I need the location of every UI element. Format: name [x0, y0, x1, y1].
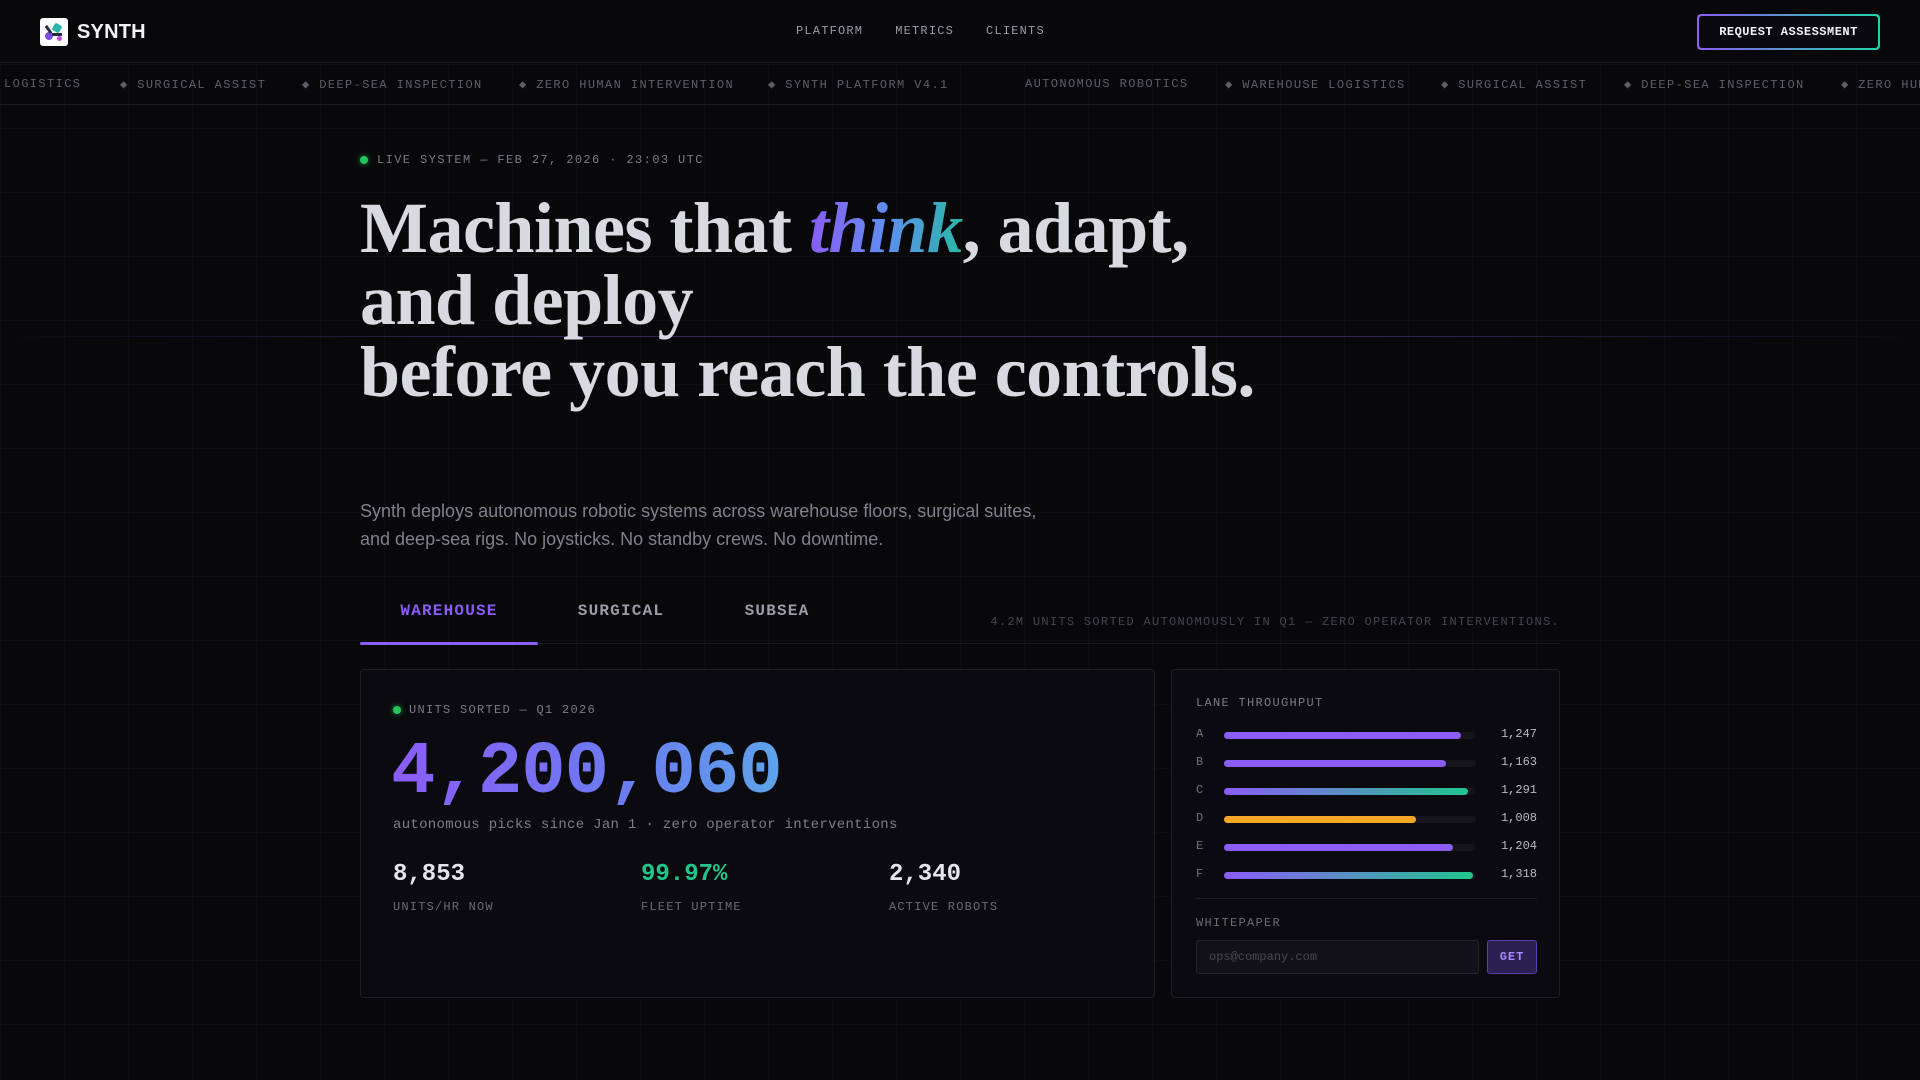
tab-summary-note: 4.2M UNITS SORTED AUTONOMOUSLY IN Q1 — Z… — [990, 615, 1560, 629]
units-sorted-label: UNITS SORTED — Q1 2026 — [393, 703, 596, 717]
whitepaper-email-input[interactable] — [1196, 940, 1479, 974]
ticker-bar: LOGISTICS ◆ SURGICAL ASSIST ◆ DEEP-SEA I… — [0, 64, 1920, 105]
lane-row: C 1,291 — [1196, 783, 1537, 799]
main-nav: PLATFORM METRICS CLIENTS — [796, 24, 1045, 38]
ticker-item: ◆ ZERO HUMAN INTERVENTION — [519, 78, 735, 92]
lane-value: 1,318 — [1500, 867, 1537, 881]
stat-units-per-hour: 8,853 UNITS/HR NOW — [393, 860, 494, 914]
units-sorted-label-text: UNITS SORTED — Q1 2026 — [409, 703, 597, 717]
ticker-item: ◆ SYNTH PLATFORM V4.1 — [768, 78, 949, 92]
units-sorted-value: 4,200,060 — [391, 728, 783, 818]
lane-throughput-title: LANE THROUGHPUT — [1196, 696, 1324, 710]
lane-bar-track — [1224, 760, 1476, 767]
lane-bar-track — [1224, 816, 1476, 823]
request-assessment-button[interactable]: REQUEST ASSESSMENT — [1697, 14, 1880, 50]
ticker-item: AUTONOMOUS ROBOTICS — [1025, 77, 1189, 91]
lane-bar-fill — [1224, 844, 1454, 851]
stat-label: ACTIVE ROBOTS — [889, 900, 999, 914]
ticker-item: ◆ WAREHOUSE LOGISTICS — [1225, 78, 1406, 92]
top-header: SYNTH PLATFORM METRICS CLIENTS REQUEST A… — [0, 0, 1920, 63]
lane-bar-fill — [1224, 788, 1469, 795]
lane-row: F 1,318 — [1196, 867, 1537, 883]
lane-row: E 1,204 — [1196, 839, 1537, 855]
sector-tabs: WAREHOUSE SURGICAL SUBSEA 4.2M UNITS SOR… — [360, 582, 1560, 645]
live-status: LIVE SYSTEM — FEB 27, 2026 · 23:03 UTC — [360, 153, 704, 167]
lane-letter: D — [1196, 811, 1204, 825]
whitepaper-get-button[interactable]: GET — [1487, 940, 1537, 974]
stat-value: 8,853 — [393, 861, 466, 888]
hero-subcopy: Synth deploys autonomous robotic systems… — [360, 501, 1037, 549]
ticker-item: LOGISTICS — [4, 77, 82, 91]
lane-bar-track — [1224, 732, 1476, 739]
units-sorted-caption: autonomous picks since Jan 1 · zero oper… — [393, 817, 898, 833]
brand[interactable]: SYNTH — [40, 18, 146, 46]
lane-bar-fill — [1224, 760, 1446, 767]
ticker-item: ◆ DEEP-SEA INSPECTION — [302, 78, 483, 92]
stat-label: UNITS/HR NOW — [393, 900, 494, 914]
lane-letter: E — [1196, 839, 1204, 853]
lane-value: 1,008 — [1500, 811, 1537, 825]
lane-row: A 1,247 — [1196, 727, 1537, 743]
lane-throughput-card: LANE THROUGHPUT A 1,247 B 1,163 C 1,291 … — [1171, 669, 1560, 998]
side-card-divider — [1196, 898, 1537, 899]
lane-bar-fill — [1224, 872, 1474, 879]
stat-label: FLEET UPTIME — [641, 900, 742, 914]
lane-row: B 1,163 — [1196, 755, 1537, 771]
ticker-item: ◆ SURGICAL ASSIST — [120, 78, 267, 92]
lane-row: D 1,008 — [1196, 811, 1537, 827]
nav-item-clients[interactable]: CLIENTS — [986, 24, 1045, 38]
whitepaper-title: WHITEPAPER — [1196, 916, 1282, 930]
nav-item-platform[interactable]: PLATFORM — [796, 24, 863, 38]
stat-fleet-uptime: 99.97% FLEET UPTIME — [641, 860, 742, 914]
live-status-dot-icon — [360, 156, 368, 164]
lane-bar-track — [1224, 788, 1476, 795]
ticker-item: ◆ SURGICAL ASSIST — [1441, 78, 1588, 92]
lane-letter: F — [1196, 867, 1204, 881]
lane-value: 1,204 — [1500, 839, 1537, 853]
brand-name: SYNTH — [77, 20, 146, 43]
lane-bar-fill — [1224, 816, 1416, 823]
lane-bar-track — [1224, 844, 1476, 851]
lane-bar-track — [1224, 872, 1476, 879]
stat-value: 2,340 — [889, 861, 962, 888]
headline-part: before you reach the controls. — [360, 332, 1255, 412]
live-status-text: LIVE SYSTEM — FEB 27, 2026 · 23:03 UTC — [377, 153, 704, 167]
lane-bar-fill — [1224, 732, 1461, 739]
ticker-item: ◆ ZERO HUMAN INTERVENTION — [1841, 78, 1920, 92]
lane-value: 1,247 — [1500, 727, 1537, 741]
status-dot-icon — [393, 706, 401, 714]
ticker-item: ◆ DEEP-SEA INSPECTION — [1624, 78, 1805, 92]
stat-active-robots: 2,340 ACTIVE ROBOTS — [889, 860, 998, 914]
lane-letter: B — [1196, 755, 1204, 769]
lane-letter: A — [1196, 727, 1204, 741]
tab-surgical[interactable]: SURGICAL — [538, 602, 704, 644]
synth-logo-icon — [40, 18, 68, 46]
stat-value: 99.97% — [641, 861, 728, 888]
lane-letter: C — [1196, 783, 1204, 797]
request-assessment-label: REQUEST ASSESSMENT — [1699, 16, 1878, 48]
hero-headline: Machines that think, adapt, and deploy be… — [360, 192, 1260, 408]
tab-subsea[interactable]: SUBSEA — [704, 602, 850, 644]
nav-item-metrics[interactable]: METRICS — [895, 24, 954, 38]
headline-emphasis: think — [808, 188, 963, 268]
tab-warehouse[interactable]: WAREHOUSE — [360, 602, 538, 645]
lane-value: 1,163 — [1500, 755, 1537, 769]
lane-value: 1,291 — [1500, 783, 1537, 797]
headline-part: Machines that — [360, 188, 809, 268]
units-sorted-card: UNITS SORTED — Q1 2026 4,200,060 autonom… — [360, 669, 1155, 998]
